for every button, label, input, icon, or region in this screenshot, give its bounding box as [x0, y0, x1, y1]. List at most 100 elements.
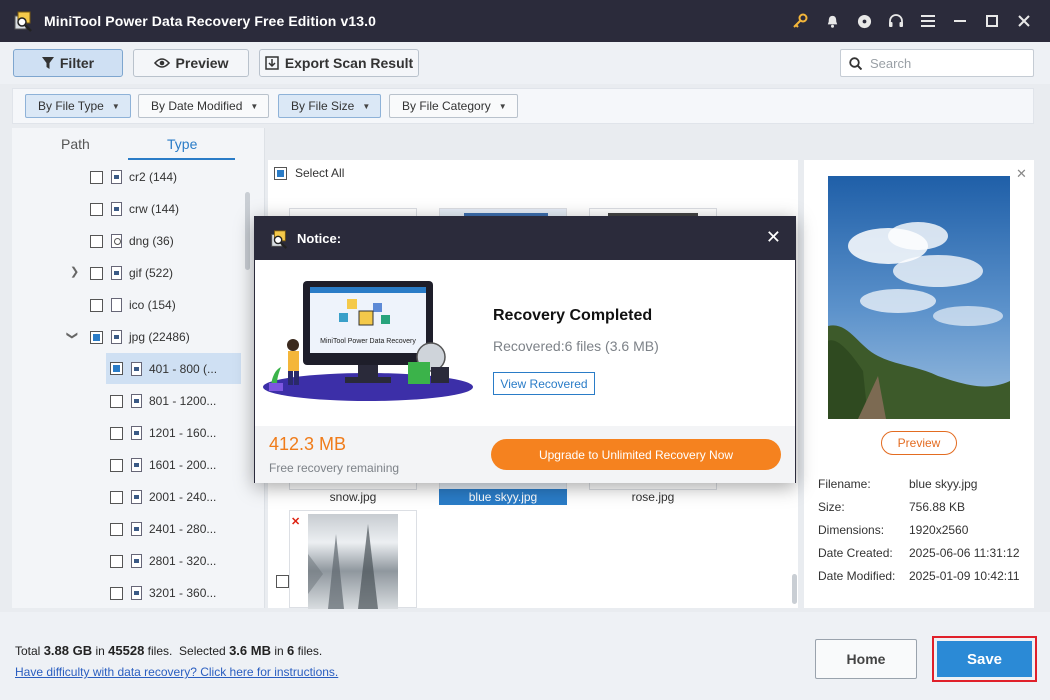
- checkbox[interactable]: [110, 362, 123, 375]
- illustration-caption: MiniTool Power Data Recovery: [320, 338, 416, 345]
- tree-item[interactable]: 1201 - 160...: [110, 421, 216, 445]
- checkbox[interactable]: [90, 266, 103, 280]
- key-icon[interactable]: [784, 0, 816, 42]
- tree-item-selected[interactable]: 401 - 800 (...: [106, 353, 241, 384]
- total-size: 3.88 GB: [43, 643, 93, 658]
- tree-item-label: 1201 - 160...: [149, 426, 217, 440]
- app-logo-icon: [269, 229, 289, 249]
- detail-row: Size: 756.88 KB: [818, 500, 965, 514]
- bell-icon[interactable]: [816, 0, 848, 42]
- filter-by-date-modified[interactable]: By Date Modified ▼: [138, 94, 270, 118]
- chevron-down-icon: ▼: [498, 101, 507, 111]
- in-word: in: [274, 644, 284, 658]
- file-thumbnail[interactable]: ✕: [289, 510, 417, 609]
- tree-item[interactable]: 2801 - 320...: [110, 549, 216, 573]
- tree-item[interactable]: dng (36): [90, 229, 174, 253]
- file-name: snow.jpg: [329, 490, 377, 504]
- checkbox[interactable]: [110, 554, 123, 568]
- tree-item[interactable]: jpg (22486): [90, 325, 190, 349]
- tree-item[interactable]: gif (522): [90, 261, 173, 285]
- headset-icon[interactable]: [880, 0, 912, 42]
- tree-item[interactable]: 3201 - 360...: [110, 581, 216, 605]
- help-link[interactable]: Have difficulty with data recovery? Clic…: [15, 665, 338, 679]
- checkbox[interactable]: [110, 522, 123, 536]
- close-dialog-icon[interactable]: ✕: [766, 227, 781, 248]
- remaining-size: 412.3 MB: [269, 434, 347, 454]
- preview-image: [828, 176, 1010, 419]
- menu-icon[interactable]: [912, 0, 944, 42]
- checkbox[interactable]: [90, 330, 103, 344]
- tree-item[interactable]: 1601 - 200...: [110, 453, 216, 477]
- file-icon: [131, 490, 142, 504]
- checkbox[interactable]: [90, 202, 103, 216]
- minimize-icon[interactable]: [944, 0, 976, 42]
- tree-item[interactable]: crw (144): [90, 197, 179, 221]
- title-bar: MiniTool Power Data Recovery Free Editio…: [0, 0, 1050, 42]
- file-icon: [131, 586, 142, 600]
- checkbox[interactable]: [110, 426, 123, 440]
- tab-type[interactable]: Type: [167, 136, 197, 152]
- detail-value: 2025-06-06 11:31:12: [909, 546, 1020, 560]
- upgrade-button[interactable]: Upgrade to Unlimited Recovery Now: [491, 439, 781, 470]
- tree-item[interactable]: ico (154): [90, 293, 176, 317]
- checkbox[interactable]: [110, 490, 123, 504]
- detail-value: blue skyy.jpg: [909, 477, 978, 491]
- dialog-title: Notice:: [297, 231, 342, 246]
- disc-icon[interactable]: [848, 0, 880, 42]
- file-icon: [111, 330, 122, 344]
- preview-button[interactable]: Preview: [133, 49, 249, 77]
- search-box[interactable]: [840, 49, 1034, 77]
- tab-path[interactable]: Path: [61, 136, 90, 152]
- notice-dialog: Notice: ✕ MiniTool Power Data Recovery R…: [254, 216, 796, 483]
- tab-underline: [128, 158, 235, 160]
- tree-item[interactable]: 2401 - 280...: [110, 517, 216, 541]
- selected-size: 3.6 MB: [229, 643, 271, 658]
- search-icon: [849, 56, 862, 70]
- checkbox[interactable]: [110, 394, 123, 408]
- detail-key: Filename:: [818, 477, 871, 491]
- tree-item[interactable]: 801 - 1200...: [110, 389, 216, 413]
- tree-item-label: 2401 - 280...: [149, 522, 217, 536]
- select-all-checkbox[interactable]: [274, 166, 287, 180]
- select-all-label: Select All: [295, 166, 345, 180]
- preview-file-button[interactable]: Preview: [881, 431, 957, 455]
- chevron-down-icon[interactable]: ❯: [66, 331, 79, 340]
- file-icon: [131, 458, 142, 472]
- checkbox[interactable]: [90, 298, 103, 312]
- image-file-icon: [111, 234, 122, 248]
- checkbox[interactable]: [110, 586, 123, 600]
- remaining-label: Free recovery remaining: [269, 461, 400, 475]
- toolbar: Filter Preview Export Scan Result: [0, 42, 1050, 84]
- tree-item-label: crw (144): [129, 202, 180, 216]
- checkbox[interactable]: [90, 170, 103, 184]
- home-button[interactable]: Home: [815, 639, 917, 679]
- tree-item-label: dng (36): [129, 234, 174, 248]
- close-preview-icon[interactable]: ✕: [1016, 166, 1027, 182]
- tree-item[interactable]: 2001 - 240...: [110, 485, 216, 509]
- view-recovered-button[interactable]: View Recovered: [493, 372, 595, 395]
- file-tree-panel: Path Type cr2 (144) crw (144) dng (36) ❯…: [12, 128, 265, 608]
- detail-key: Date Created:: [818, 546, 893, 560]
- maximize-icon[interactable]: [976, 0, 1008, 42]
- filter-button[interactable]: Filter: [13, 49, 123, 77]
- checkbox[interactable]: [90, 234, 103, 248]
- save-button[interactable]: Save: [937, 641, 1032, 677]
- filter-by-file-type[interactable]: By File Type ▼: [25, 94, 131, 118]
- scrollbar-thumb[interactable]: [245, 192, 250, 270]
- file-icon: [131, 361, 142, 376]
- chevron-right-icon[interactable]: ❯: [70, 265, 79, 278]
- tree-item[interactable]: cr2 (144): [90, 165, 177, 189]
- filter-by-file-size[interactable]: By File Size ▼: [278, 94, 382, 118]
- filter-by-file-category[interactable]: By File Category ▼: [389, 94, 518, 118]
- filter-label: By File Category: [402, 99, 491, 113]
- checkbox[interactable]: [110, 458, 123, 472]
- filter-bar: By File Type ▼ By Date Modified ▼ By File …: [12, 88, 1034, 124]
- deleted-mark-icon: ✕: [291, 516, 301, 528]
- export-scan-result-button[interactable]: Export Scan Result: [259, 49, 419, 77]
- select-all[interactable]: Select All: [274, 166, 344, 180]
- search-input[interactable]: [870, 55, 1020, 71]
- close-icon[interactable]: [1008, 0, 1040, 42]
- file-checkbox[interactable]: [276, 575, 289, 588]
- scrollbar-thumb[interactable]: [792, 574, 797, 604]
- snow-thumbnail-image: [308, 514, 398, 609]
